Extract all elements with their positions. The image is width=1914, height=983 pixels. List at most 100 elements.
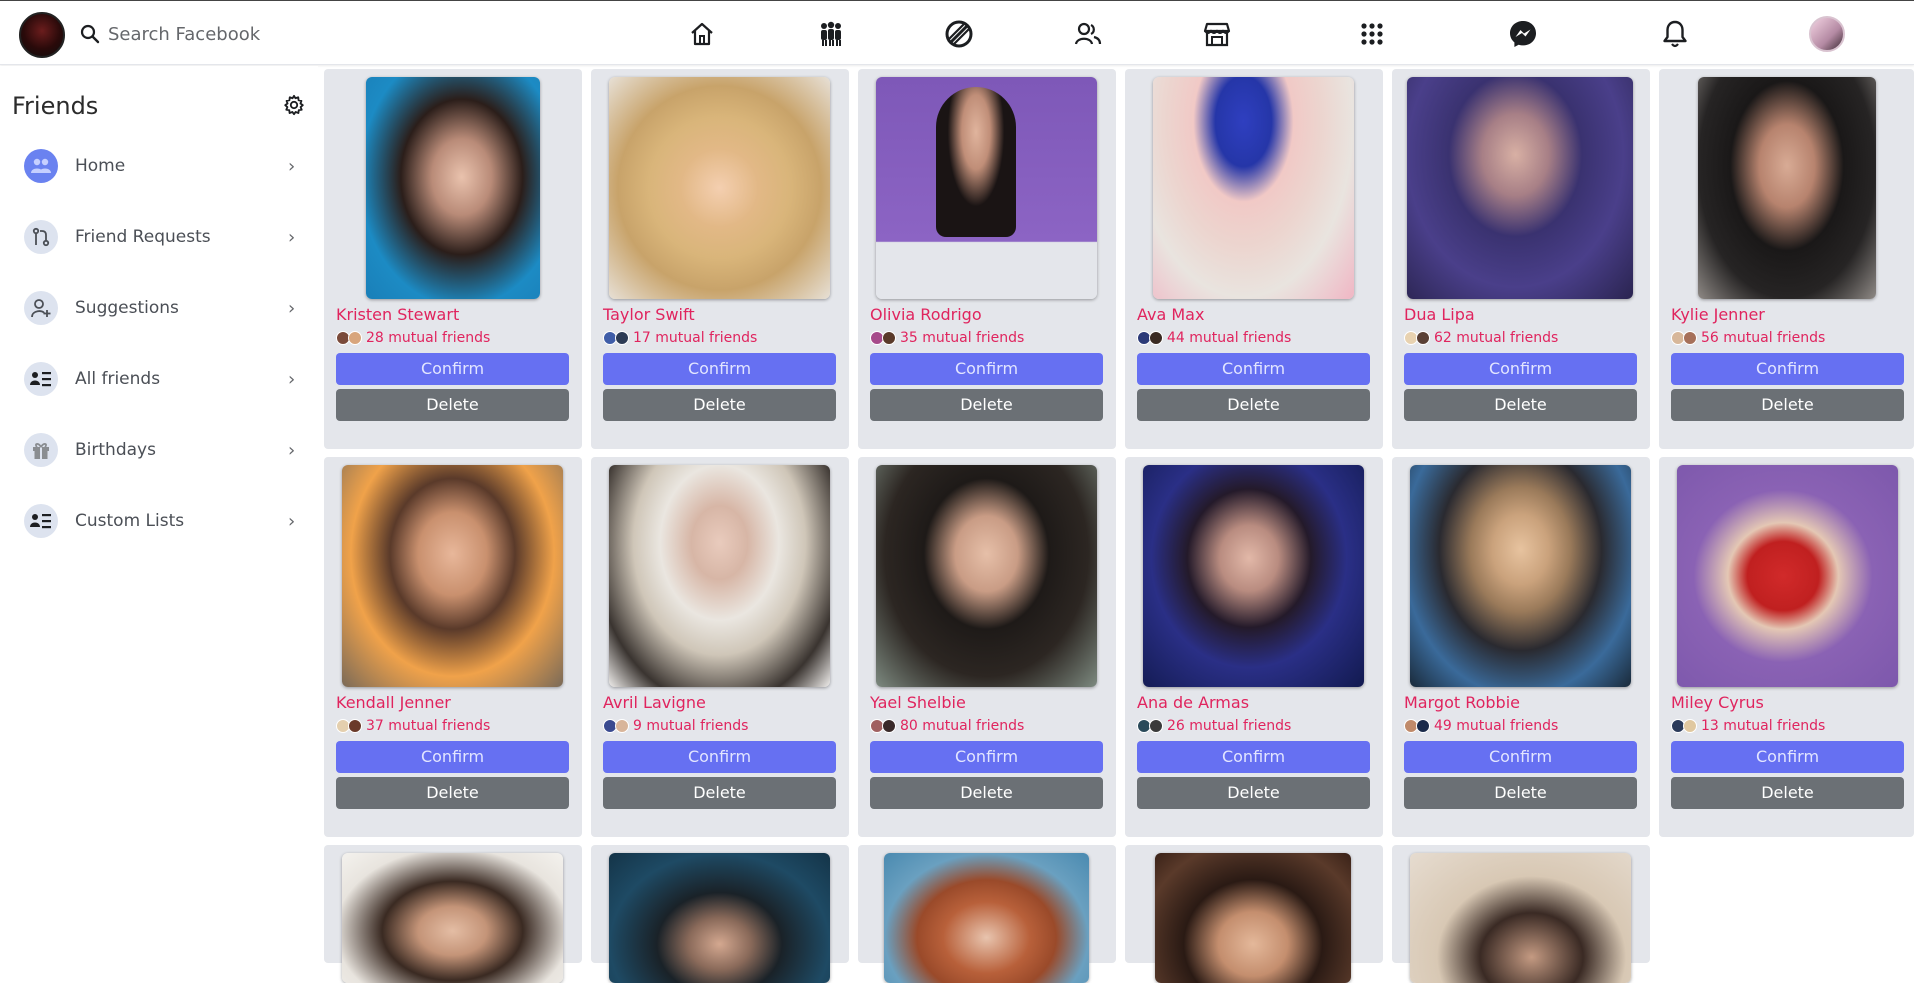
mutual-friends[interactable]: 37 mutual friends: [336, 717, 490, 735]
sidebar-item-all-friends[interactable]: All friends ›: [0, 349, 318, 409]
marketplace-icon[interactable]: [1201, 18, 1233, 50]
mutual-avatar: [882, 331, 896, 345]
friends-sidebar: Friends Home › Friend Requests › Suggest…: [0, 66, 318, 963]
delete-button[interactable]: Delete: [336, 389, 569, 421]
friend-name[interactable]: Miley Cyrus: [1671, 693, 1764, 712]
friend-name[interactable]: Dua Lipa: [1404, 305, 1475, 324]
mutual-friends[interactable]: 26 mutual friends: [1137, 717, 1291, 735]
friend-photo[interactable]: [609, 465, 830, 687]
friend-photo[interactable]: [1677, 465, 1898, 687]
confirm-button[interactable]: Confirm: [603, 741, 836, 773]
friend-name[interactable]: Kylie Jenner: [1671, 305, 1765, 324]
friend-photo[interactable]: [876, 77, 1097, 299]
account-avatar[interactable]: [1809, 16, 1845, 52]
friend-photo[interactable]: [1698, 77, 1876, 299]
messenger-icon[interactable]: [1507, 18, 1539, 50]
sidebar-item-label: All friends: [75, 369, 161, 389]
friend-photo[interactable]: [342, 853, 563, 983]
friend-request-card: Kristen Stewart 28 mutual friends Confir…: [324, 69, 582, 449]
chevron-right-icon: ›: [288, 155, 296, 177]
mutual-friends[interactable]: 80 mutual friends: [870, 717, 1024, 735]
confirm-button[interactable]: Confirm: [336, 741, 569, 773]
confirm-button[interactable]: Confirm: [1137, 353, 1370, 385]
friend-name[interactable]: Ava Max: [1137, 305, 1204, 324]
friend-request-card: Yael Shelbie 80 mutual friends Confirm D…: [858, 457, 1116, 837]
home-people-icon: [24, 149, 58, 183]
friend-photo[interactable]: [1155, 853, 1351, 983]
friend-photo[interactable]: [342, 465, 563, 687]
friend-request-card: [1125, 845, 1383, 983]
friend-photo[interactable]: [1153, 77, 1354, 299]
friend-photo[interactable]: [1407, 77, 1633, 299]
confirm-button[interactable]: Confirm: [1404, 741, 1637, 773]
mutual-friends[interactable]: 49 mutual friends: [1404, 717, 1558, 735]
custom-list-icon: [24, 504, 58, 538]
friend-name[interactable]: Taylor Swift: [603, 305, 695, 324]
mutual-friends[interactable]: 13 mutual friends: [1671, 717, 1825, 735]
friend-photo[interactable]: [609, 77, 830, 299]
confirm-button[interactable]: Confirm: [870, 741, 1103, 773]
mutual-avatar: [1416, 331, 1430, 345]
sidebar-item-custom-lists[interactable]: Custom Lists ›: [0, 491, 318, 551]
confirm-button[interactable]: Confirm: [1671, 353, 1904, 385]
friend-name[interactable]: Kendall Jenner: [336, 693, 451, 712]
apps-grid-icon[interactable]: [1356, 18, 1388, 50]
delete-button[interactable]: Delete: [1404, 777, 1637, 809]
confirm-button[interactable]: Confirm: [603, 353, 836, 385]
confirm-button[interactable]: Confirm: [870, 353, 1103, 385]
friend-photo[interactable]: [1143, 465, 1364, 687]
friend-photo[interactable]: [1410, 465, 1631, 687]
search-input[interactable]: Search Facebook: [108, 24, 260, 45]
friend-photo[interactable]: [609, 853, 830, 983]
friend-name[interactable]: Avril Lavigne: [603, 693, 706, 712]
mutual-avatar: [882, 719, 896, 733]
search-box[interactable]: Search Facebook: [80, 21, 260, 47]
sidebar-item-home[interactable]: Home ›: [0, 136, 318, 196]
notifications-bell-icon[interactable]: [1659, 18, 1691, 50]
mutual-friends[interactable]: 35 mutual friends: [870, 329, 1024, 347]
confirm-button[interactable]: Confirm: [1137, 741, 1370, 773]
friend-request-card: Kylie Jenner 56 mutual friends Confirm D…: [1659, 69, 1914, 449]
friend-request-card: [1392, 845, 1650, 983]
delete-button[interactable]: Delete: [336, 777, 569, 809]
delete-button[interactable]: Delete: [1137, 389, 1370, 421]
confirm-button[interactable]: Confirm: [1671, 741, 1904, 773]
home-icon[interactable]: [686, 18, 718, 50]
mutual-friends[interactable]: 17 mutual friends: [603, 329, 757, 347]
delete-button[interactable]: Delete: [603, 389, 836, 421]
delete-button[interactable]: Delete: [870, 389, 1103, 421]
profile-logo-icon[interactable]: [19, 12, 65, 58]
friends-icon[interactable]: [1072, 18, 1104, 50]
mutual-friends[interactable]: 56 mutual friends: [1671, 329, 1825, 347]
chevron-right-icon: ›: [288, 297, 296, 319]
friend-name[interactable]: Yael Shelbie: [870, 693, 966, 712]
friend-name[interactable]: Kristen Stewart: [336, 305, 459, 324]
friend-photo[interactable]: [1410, 853, 1631, 983]
friend-photo[interactable]: [876, 465, 1097, 687]
watch-icon[interactable]: [943, 18, 975, 50]
friend-photo[interactable]: [884, 853, 1089, 983]
mutual-friends[interactable]: 62 mutual friends: [1404, 329, 1558, 347]
delete-button[interactable]: Delete: [1671, 389, 1904, 421]
delete-button[interactable]: Delete: [603, 777, 836, 809]
delete-button[interactable]: Delete: [870, 777, 1103, 809]
confirm-button[interactable]: Confirm: [336, 353, 569, 385]
sidebar-item-birthdays[interactable]: Birthdays ›: [0, 420, 318, 480]
confirm-button[interactable]: Confirm: [1404, 353, 1637, 385]
friend-name[interactable]: Ana de Armas: [1137, 693, 1249, 712]
delete-button[interactable]: Delete: [1404, 389, 1637, 421]
mutual-friends[interactable]: 9 mutual friends: [603, 717, 748, 735]
sidebar-item-suggestions[interactable]: Suggestions ›: [0, 278, 318, 338]
groups-icon[interactable]: [815, 18, 847, 50]
mutual-avatar: [615, 719, 629, 733]
delete-button[interactable]: Delete: [1137, 777, 1370, 809]
mutual-friends[interactable]: 28 mutual friends: [336, 329, 490, 347]
friend-photo[interactable]: [366, 77, 540, 299]
sidebar-item-friend-requests[interactable]: Friend Requests ›: [0, 207, 318, 267]
mutual-avatar: [1149, 331, 1163, 345]
friend-name[interactable]: Margot Robbie: [1404, 693, 1520, 712]
friend-name[interactable]: Olivia Rodrigo: [870, 305, 982, 324]
gear-icon[interactable]: [283, 94, 305, 120]
delete-button[interactable]: Delete: [1671, 777, 1904, 809]
mutual-friends[interactable]: 44 mutual friends: [1137, 329, 1291, 347]
